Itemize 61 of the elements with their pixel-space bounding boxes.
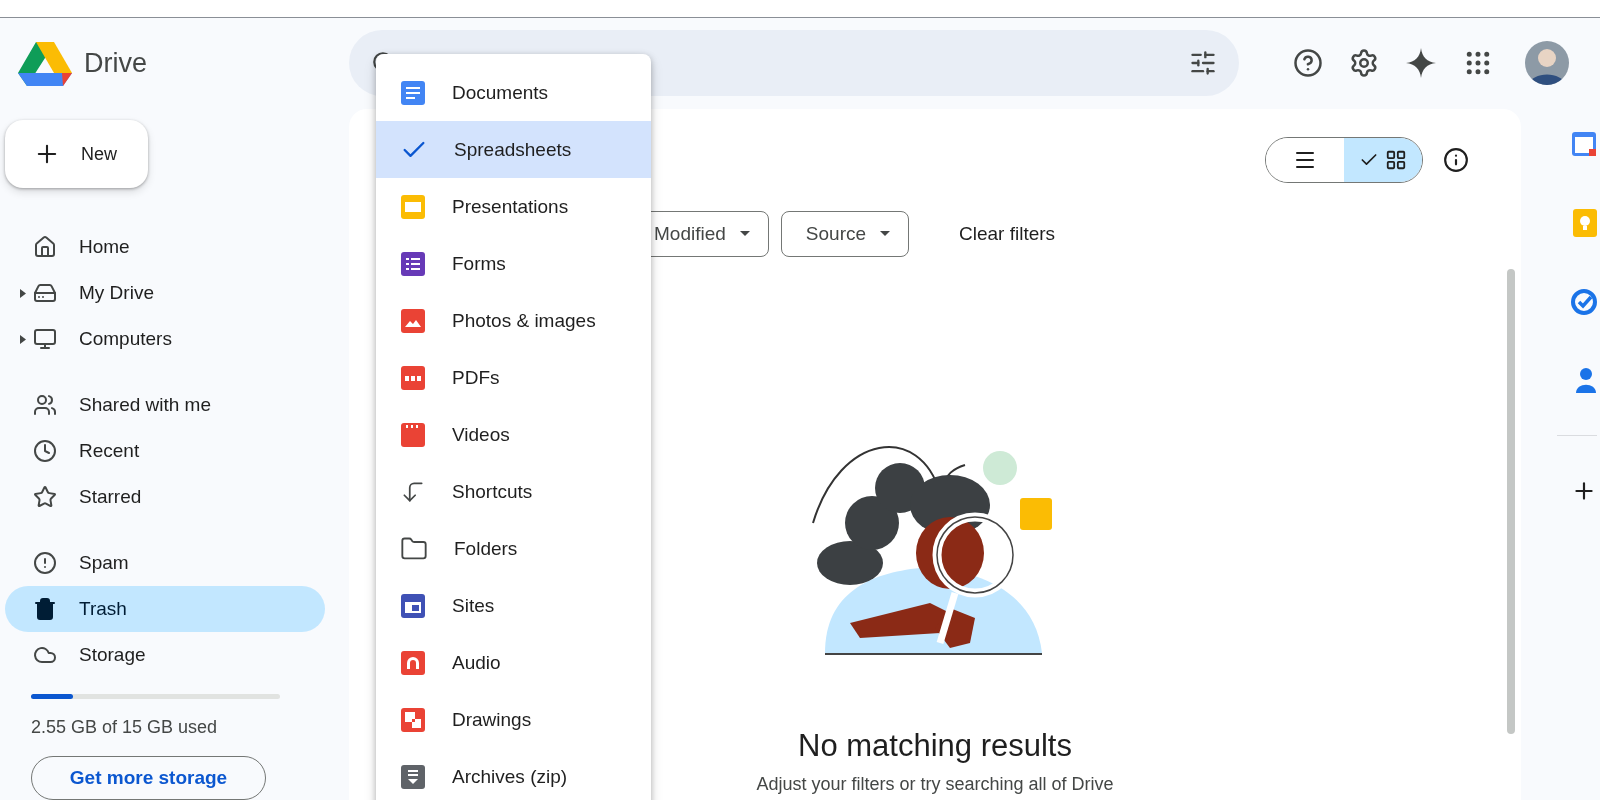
storage-usage: 2.55 GB of 15 GB used (31, 716, 219, 738)
expand-caret-icon[interactable] (20, 335, 26, 345)
forms-icon (400, 250, 426, 277)
calendar-icon[interactable] (1571, 131, 1597, 157)
sidebar-item[interactable]: Spam (5, 540, 325, 587)
menu-item[interactable]: Drawings (376, 691, 651, 748)
help-button[interactable] (1293, 48, 1323, 78)
sidebar-item[interactable]: Storage (5, 632, 325, 679)
menu-item[interactable]: Archives (zip) (376, 748, 651, 800)
shared-icon (33, 393, 57, 418)
sidebar-item[interactable]: Recent (5, 428, 325, 475)
sidebar-item[interactable]: Shared with me (5, 382, 325, 429)
home-icon (33, 235, 57, 260)
filter-chip[interactable]: Source (780, 211, 910, 257)
drive-logo-icon (18, 40, 72, 86)
menu-item[interactable]: Videos (376, 406, 651, 463)
archives-icon (400, 763, 426, 790)
menu-item[interactable]: Documents (376, 64, 651, 121)
trash-icon (33, 597, 57, 622)
tasks-icon[interactable] (1571, 289, 1597, 315)
clear-filters-button[interactable]: Clear filters (949, 215, 1066, 253)
sidebar-item[interactable]: Home (5, 224, 325, 271)
starred-icon (33, 485, 57, 510)
settings-button[interactable] (1349, 48, 1379, 78)
docs-icon (400, 79, 426, 106)
sparkle-button[interactable] (1405, 47, 1437, 79)
empty-message: Adjust your filters or try searching all of Drive (756, 774, 1114, 795)
grid-view-button[interactable] (1344, 138, 1422, 182)
videos-icon (400, 421, 426, 448)
avatar[interactable] (1525, 41, 1569, 85)
slides-icon (400, 193, 426, 220)
menu-item[interactable]: Shortcuts (376, 463, 651, 520)
menu-item[interactable]: Sites (376, 577, 651, 634)
photos-icon (400, 307, 426, 334)
menu-item[interactable]: Photos & images (376, 292, 651, 349)
computers-icon (33, 327, 57, 352)
dropdown-caret-icon (880, 231, 891, 237)
grid-icon (1385, 149, 1407, 171)
expand-caret-icon[interactable] (20, 289, 26, 299)
info-button[interactable] (1443, 147, 1469, 173)
drawings-icon (400, 706, 426, 733)
search-options-button[interactable] (1189, 49, 1217, 77)
menu-item[interactable]: Audio (376, 634, 651, 691)
dropdown-caret-icon (739, 231, 750, 237)
recent-icon (33, 439, 57, 464)
contacts-icon[interactable] (1575, 367, 1597, 393)
scrollbar[interactable] (1507, 269, 1515, 734)
empty-title: No matching results (798, 728, 1072, 764)
sidebar-item[interactable]: My Drive (5, 270, 325, 317)
menu-item[interactable]: PDFs (376, 349, 651, 406)
sidebar-item[interactable]: Starred (5, 474, 325, 521)
spam-icon (33, 551, 57, 576)
menu-item[interactable]: Spreadsheets (376, 121, 651, 178)
sidebar-item[interactable]: Trash (5, 586, 325, 633)
new-button[interactable]: New (5, 120, 148, 189)
app-name: Drive (84, 47, 147, 79)
view-toggle[interactable] (1265, 137, 1423, 183)
audio-icon (400, 649, 426, 676)
sidebar-item[interactable]: Computers (5, 316, 325, 363)
sites-icon (400, 592, 426, 619)
menu-item[interactable]: Folders (376, 520, 651, 577)
